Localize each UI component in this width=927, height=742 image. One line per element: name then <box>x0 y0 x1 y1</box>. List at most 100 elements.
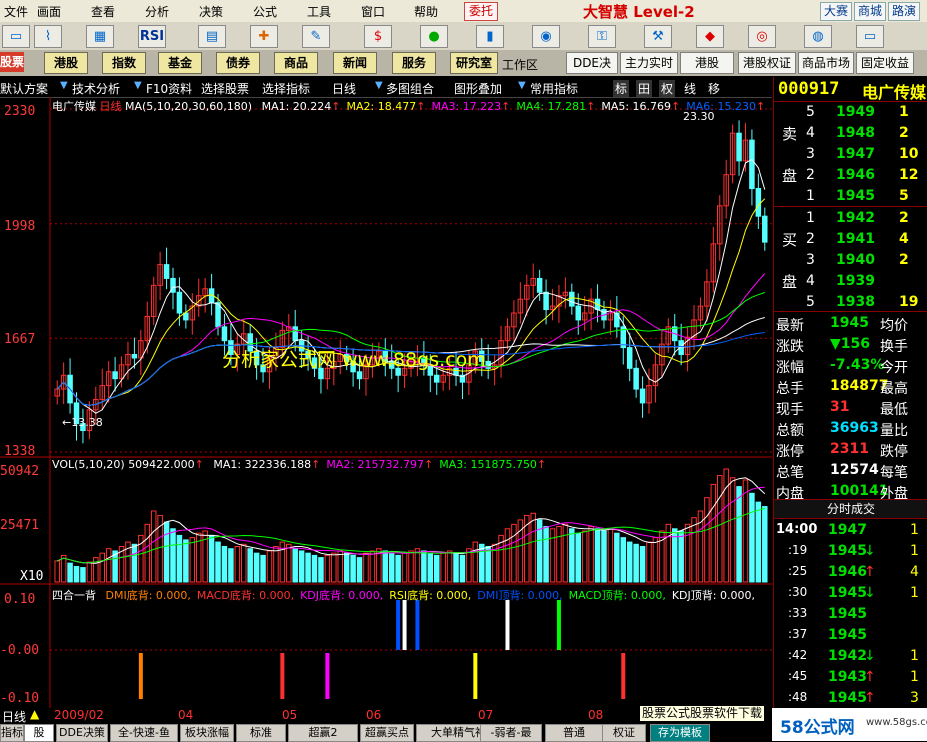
menu-view[interactable]: 查看 <box>91 3 115 20</box>
nav-hk-warrant[interactable]: 港股权证 <box>738 52 796 74</box>
download-banner[interactable]: 股票公式股票软件下载 <box>640 706 765 721</box>
circle-icon[interactable]: ◎ <box>748 25 776 48</box>
diamond-icon[interactable]: ◆ <box>696 25 724 48</box>
sell-row[interactable]: 1 1945 5 <box>774 186 927 207</box>
nav-fund[interactable]: 基金 <box>158 52 202 74</box>
tab-indicator[interactable]: 指标 <box>0 724 24 742</box>
sell-row[interactable]: 5 1949 1 <box>774 102 927 123</box>
nav-workspace[interactable]: 工作区 <box>502 56 538 73</box>
dropdown-icon[interactable]: ▼ <box>134 80 142 91</box>
grid-icon[interactable]: ▦ <box>86 25 114 48</box>
volume-bar <box>594 528 601 583</box>
divergence-bar <box>415 600 420 650</box>
nav-bond[interactable]: 债券 <box>216 52 260 74</box>
volume-bar <box>350 554 356 583</box>
buy-row[interactable]: 3 1940 2 <box>774 250 927 271</box>
tick-volume: 1 <box>910 669 919 685</box>
menu-formula[interactable]: 公式 <box>253 3 277 20</box>
vol-label: VOL(5,10,20) <box>52 458 125 471</box>
volume-bar <box>356 557 363 583</box>
buy-row[interactable]: 2 1941 4 <box>774 229 927 250</box>
sell-row[interactable]: 4 1948 2 <box>774 123 927 144</box>
bottom-tab[interactable]: 板块涨幅 <box>180 724 234 742</box>
cd-icon[interactable]: ◍ <box>804 25 832 48</box>
func-tech-analysis[interactable]: 技术分析 <box>72 80 120 97</box>
bottom-tab[interactable]: DDE决策 <box>56 724 108 742</box>
menu-file[interactable]: 文件 <box>4 3 28 20</box>
dropdown-icon[interactable]: ▼ <box>60 80 68 91</box>
entrust-button[interactable]: 委托 <box>464 2 499 21</box>
barchart-icon[interactable]: ▮ <box>476 25 504 48</box>
nav-main-force[interactable]: 主力实时组 <box>620 52 678 90</box>
nav-hk[interactable]: 港股 <box>680 52 734 74</box>
menu-help[interactable]: 帮助 <box>414 3 438 20</box>
buy-row[interactable]: 4 1939 <box>774 271 927 292</box>
btn-move[interactable]: 移 <box>708 80 720 97</box>
traffic-icon[interactable]: ● <box>420 25 448 48</box>
nav-fixed-income[interactable]: 固定收益 <box>856 52 914 74</box>
bottom-tab[interactable]: 标准 <box>236 724 286 742</box>
contest-button[interactable]: 大赛 <box>820 2 853 21</box>
dropdown-icon[interactable]: ▼ <box>375 80 383 91</box>
nav-commodity-market[interactable]: 商品市场 <box>798 52 854 74</box>
btn-right[interactable]: 权 <box>659 80 676 97</box>
candle <box>736 132 742 162</box>
menu-tools[interactable]: 工具 <box>307 3 331 20</box>
bottom-tab[interactable]: 超赢2 <box>288 724 358 742</box>
menu-analysis[interactable]: 分析 <box>145 3 169 20</box>
func-select-stock[interactable]: 选择股票 <box>201 80 249 97</box>
binoculars-icon[interactable]: ◉ <box>532 25 560 48</box>
kline-icon[interactable]: ⌇ <box>34 25 62 48</box>
period-tab[interactable]: 日线 <box>2 708 26 725</box>
menu-decision[interactable]: 决策 <box>199 3 223 20</box>
bottom-tab[interactable]: 存为模板 <box>650 724 710 742</box>
nav-hk-stock[interactable]: 港股 <box>44 52 88 74</box>
bottom-tab[interactable]: 全-快速-鱼 <box>110 724 178 742</box>
candle <box>626 347 633 369</box>
func-f10[interactable]: F10资料 <box>146 80 192 97</box>
btn-mark[interactable]: 标 <box>613 80 630 97</box>
func-multi-chart[interactable]: 多图组合 <box>386 80 434 97</box>
hammer-icon[interactable]: ⚒ <box>644 25 672 48</box>
btn-grid[interactable]: 田 <box>636 80 653 97</box>
func-overlay[interactable]: 图形叠加 <box>454 80 502 97</box>
nav-index[interactable]: 指数 <box>102 52 146 74</box>
hat-icon[interactable]: ▭ <box>856 25 884 48</box>
btn-line[interactable]: 线 <box>684 80 696 97</box>
roadshow-button[interactable]: 路演 <box>888 2 921 21</box>
tab-stock[interactable]: 股 <box>24 724 54 742</box>
lock-icon[interactable]: ⚿ <box>588 25 616 48</box>
logo-text: 58公式网 <box>780 718 855 738</box>
rsi-icon[interactable]: RSI <box>138 25 166 48</box>
func-default-scheme[interactable]: 默认方案 <box>0 80 48 97</box>
cross-icon[interactable]: ✚ <box>250 25 278 48</box>
buy-row[interactable]: 1 1942 2 <box>774 208 927 229</box>
kline-chart[interactable]: 2330 1998 1667 1338 50942 25471 X10 0.10… <box>0 97 772 708</box>
grid2-icon[interactable]: ▤ <box>198 25 226 48</box>
func-select-indicator[interactable]: 选择指标 <box>262 80 310 97</box>
bottom-tab[interactable]: 超赢买点 <box>360 724 414 742</box>
nav-service[interactable]: 服务 <box>392 52 436 74</box>
bottom-tab[interactable]: 普通 <box>545 724 603 742</box>
nav-dde[interactable]: DDE决策 <box>566 52 618 90</box>
bottom-tab[interactable]: 权证 <box>602 724 646 742</box>
mall-button[interactable]: 商城 <box>854 2 887 21</box>
bottom-tab[interactable]: -弱者-最 <box>480 724 542 742</box>
dollar-icon[interactable]: $ <box>364 25 392 48</box>
nav-research[interactable]: 研究室 <box>450 52 498 74</box>
tick-time: :19 <box>788 543 808 557</box>
sell-row[interactable]: 2 1946 12 <box>774 165 927 186</box>
dropdown-icon[interactable]: ▼ <box>518 80 526 91</box>
menu-window[interactable]: 窗口 <box>361 3 385 20</box>
func-period[interactable]: 日线 <box>332 80 356 97</box>
nav-stock[interactable]: 股票 <box>0 52 24 72</box>
sell-row[interactable]: 3 1947 10 <box>774 144 927 165</box>
buy-row[interactable]: 5 1938 19 <box>774 292 927 313</box>
menu-screen[interactable]: 画面 <box>37 3 61 20</box>
nav-news[interactable]: 新闻 <box>333 52 377 74</box>
triangle-icon[interactable]: ▲ <box>30 707 39 721</box>
func-common-indicator[interactable]: 常用指标 <box>530 80 578 97</box>
ruler-icon[interactable]: ✎ <box>302 25 330 48</box>
nav-commodity[interactable]: 商品 <box>274 52 318 74</box>
chart-icon[interactable]: ▭ <box>2 25 30 48</box>
